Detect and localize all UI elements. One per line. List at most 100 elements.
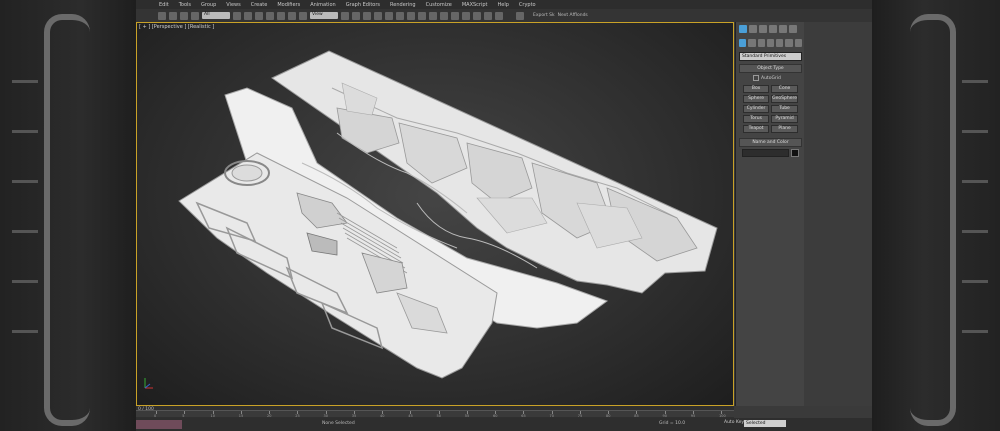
menu-views[interactable]: Views <box>221 2 245 8</box>
key-filter-dropdown[interactable]: Selected <box>744 420 786 427</box>
move-icon[interactable] <box>277 11 285 20</box>
export-button[interactable]: Export Sk <box>533 13 555 18</box>
sphere-button[interactable]: Sphere <box>743 95 770 103</box>
select-icon[interactable] <box>233 11 241 20</box>
box-button[interactable]: Box <box>743 85 770 93</box>
name-color-header[interactable]: Name and Color <box>739 138 802 147</box>
cylinder-button[interactable]: Cylinder <box>743 105 770 113</box>
autogrid-option: AutoGrid <box>739 73 802 83</box>
grid-status: Grid = 10.0 <box>659 421 686 426</box>
model-render <box>144 50 718 389</box>
next-button[interactable]: Next Afflonds <box>558 13 588 18</box>
bezel-notch <box>12 230 38 233</box>
render-setup-icon[interactable] <box>473 11 481 20</box>
primitive-buttons: Box Cone Sphere GeoSphere Cylinder Tube … <box>739 83 802 135</box>
torus-button[interactable]: Torus <box>743 115 770 123</box>
status-bar: None Selected Grid = 10.0 Auto Key Selec… <box>136 418 872 431</box>
unlink-icon[interactable] <box>191 11 199 20</box>
menu-edit[interactable]: Edit <box>154 2 174 8</box>
object-type-rollout: Object Type AutoGrid Box Cone Sphere Geo… <box>739 64 802 135</box>
bezel-notch <box>12 130 38 133</box>
autogrid-label: AutoGrid <box>761 75 781 81</box>
cameras-icon[interactable] <box>766 39 775 47</box>
schematic-icon[interactable] <box>451 11 459 20</box>
bezel-notch <box>962 330 988 333</box>
bezel-notch <box>12 180 38 183</box>
named-selection-icon[interactable] <box>396 11 404 20</box>
plane-button[interactable]: Plane <box>771 125 798 133</box>
menu-crypto[interactable]: Crypto <box>514 2 541 8</box>
helpers-icon[interactable] <box>776 39 784 47</box>
curve-editor-icon[interactable] <box>440 11 448 20</box>
bezel-notch <box>12 280 38 283</box>
rotate-icon[interactable] <box>288 11 296 20</box>
hierarchy-tab-icon[interactable] <box>759 25 767 33</box>
create-category-icons <box>736 36 805 50</box>
spinner-snap-icon[interactable] <box>385 11 393 20</box>
layer-icon[interactable] <box>429 11 437 20</box>
select-by-name-icon[interactable] <box>244 11 252 20</box>
redo-icon[interactable] <box>169 11 177 20</box>
tube-button[interactable]: Tube <box>771 105 798 113</box>
utilities-tab-icon[interactable] <box>789 25 797 33</box>
systems-icon[interactable] <box>794 39 802 47</box>
render-frame-icon[interactable] <box>484 11 492 20</box>
object-type-header[interactable]: Object Type <box>739 64 802 73</box>
bezel-notch <box>12 330 38 333</box>
menu-modifiers[interactable]: Modifiers <box>272 2 305 8</box>
pyramid-button[interactable]: Pyramid <box>771 115 798 123</box>
menu-tools[interactable]: Tools <box>174 2 196 8</box>
menu-customize[interactable]: Customize <box>421 2 457 8</box>
mirror-icon[interactable] <box>407 11 415 20</box>
material-editor-icon[interactable] <box>462 11 470 20</box>
window-crossing-icon[interactable] <box>266 11 274 20</box>
link-icon[interactable] <box>180 11 188 20</box>
selection-status: None Selected <box>322 421 355 426</box>
maxscript-listener[interactable] <box>136 420 182 429</box>
reference-coordinate-dropdown[interactable]: View <box>310 12 338 19</box>
scale-icon[interactable] <box>299 11 307 20</box>
motion-tab-icon[interactable] <box>769 25 777 33</box>
render-icon[interactable] <box>495 11 503 20</box>
create-tab-icon[interactable] <box>739 25 747 33</box>
perspective-viewport[interactable]: [ + ] [Perspective ] [Realistic ] <box>136 22 734 406</box>
modify-tab-icon[interactable] <box>749 25 757 33</box>
menu-rendering[interactable]: Rendering <box>385 2 421 8</box>
percent-snap-icon[interactable] <box>374 11 382 20</box>
undo-icon[interactable] <box>158 11 166 20</box>
right-bezel <box>872 0 1000 431</box>
cone-button[interactable]: Cone <box>771 85 798 93</box>
display-tab-icon[interactable] <box>779 25 787 33</box>
menu-maxscript[interactable]: MAXScript <box>457 2 493 8</box>
left-bracket-ornament <box>44 14 90 426</box>
menu-create[interactable]: Create <box>246 2 273 8</box>
menu-animation[interactable]: Animation <box>305 2 341 8</box>
angle-snap-icon[interactable] <box>363 11 371 20</box>
selection-filter-dropdown[interactable]: All <box>202 12 230 19</box>
align-icon[interactable] <box>418 11 426 20</box>
pivot-icon[interactable] <box>341 11 349 20</box>
lights-icon[interactable] <box>757 39 765 47</box>
auto-key-button[interactable]: Auto Key <box>724 420 744 425</box>
space-warps-icon[interactable] <box>785 39 793 47</box>
teapot-button[interactable]: Teapot <box>743 125 770 133</box>
side-panel-area <box>804 22 872 406</box>
bezel-notch <box>962 130 988 133</box>
menu-group[interactable]: Group <box>196 2 221 8</box>
time-track[interactable]: 0 5 10 15 20 25 30 35 40 45 50 55 60 65 70 75 80 85 90 95 10… <box>136 410 734 418</box>
geosphere-button[interactable]: GeoSphere <box>771 95 798 103</box>
geometry-icon[interactable] <box>739 39 747 47</box>
render-iterative-icon[interactable] <box>516 11 524 20</box>
timeline: 0 / 100 05101520253035404550556065707580… <box>136 406 734 418</box>
menu-graph-editors[interactable]: Graph Editors <box>341 2 385 8</box>
rect-selection-icon[interactable] <box>255 11 263 20</box>
object-name-input[interactable] <box>742 149 789 157</box>
shapes-icon[interactable] <box>748 39 756 47</box>
primitive-category-dropdown[interactable]: Standard Primitives <box>739 52 802 61</box>
snap-icon[interactable] <box>352 11 360 20</box>
autogrid-checkbox[interactable] <box>753 75 759 81</box>
object-color-swatch[interactable] <box>791 149 799 157</box>
bezel-notch <box>962 280 988 283</box>
menu-help[interactable]: Help <box>493 2 514 8</box>
bezel-notch <box>962 180 988 183</box>
